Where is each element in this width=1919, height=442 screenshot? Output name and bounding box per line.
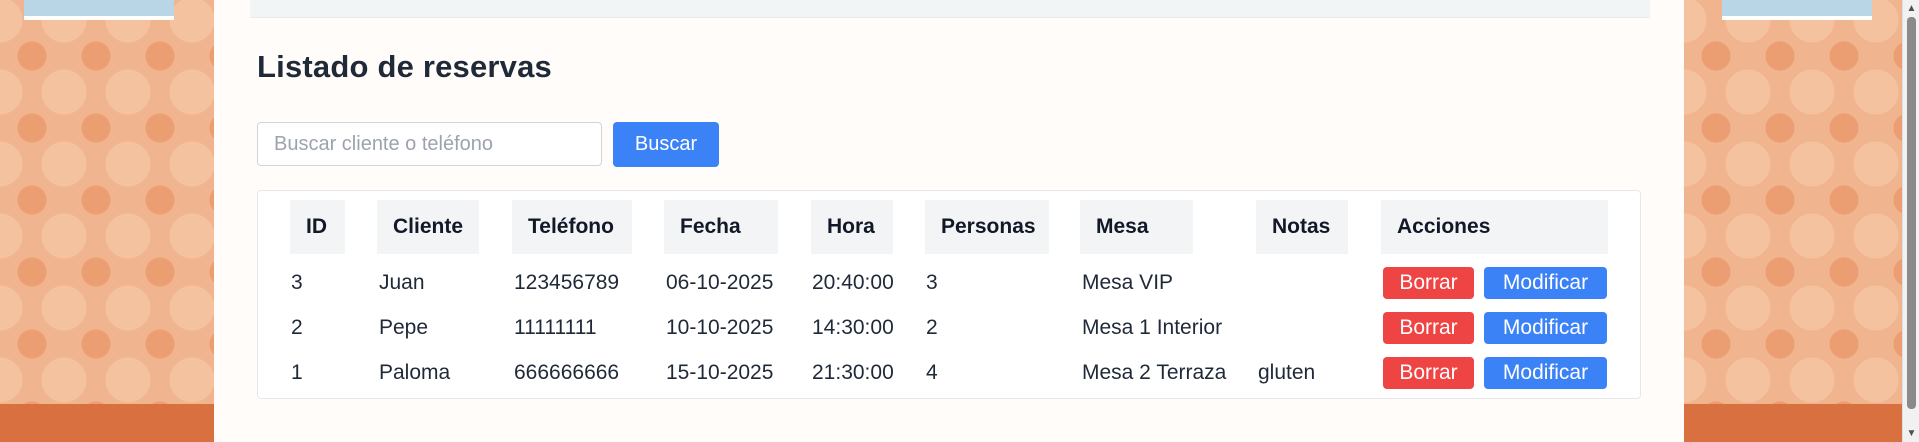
page-scrollbar[interactable]: ▲ ▼ (1902, 0, 1919, 442)
background-wallpaper-right (1684, 0, 1902, 442)
delete-button[interactable]: Borrar (1383, 312, 1474, 344)
cell-fecha: 10-10-2025 (666, 316, 774, 339)
column-header-mesa: Mesa (1080, 200, 1193, 254)
cell-cliente: Pepe (379, 316, 429, 339)
cell-fecha: 06-10-2025 (666, 271, 774, 294)
edit-button[interactable]: Modificar (1484, 312, 1607, 344)
column-header-cliente: Cliente (377, 200, 479, 254)
cell-mesa: Mesa 2 Terraza (1082, 361, 1227, 384)
page-title: Listado de reservas (257, 49, 553, 84)
background-floor-right (1684, 404, 1902, 442)
background-wallpaper-left (0, 0, 214, 442)
cell-fecha: 15-10-2025 (666, 361, 774, 384)
scroll-up-arrow-icon[interactable]: ▲ (1903, 0, 1919, 17)
column-header-notas: Notas (1256, 200, 1348, 254)
edit-button[interactable]: Modificar (1484, 357, 1607, 389)
cell-id: 3 (291, 271, 303, 294)
cell-id: 2 (291, 316, 303, 339)
edit-button[interactable]: Modificar (1484, 267, 1607, 299)
cell-id: 1 (291, 361, 303, 384)
scroll-thumb[interactable] (1907, 17, 1916, 409)
cell-hora: 21:30:00 (812, 361, 894, 384)
search-input[interactable] (257, 122, 602, 166)
column-header-acciones: Acciones (1381, 200, 1608, 254)
search-button[interactable]: Buscar (613, 122, 719, 167)
cell-cliente: Juan (379, 271, 425, 294)
cell-mesa: Mesa 1 Interior (1082, 316, 1223, 339)
cell-hora: 14:30:00 (812, 316, 894, 339)
cell-personas: 3 (926, 271, 938, 294)
column-header-id: ID (290, 200, 345, 254)
background-window-left (24, 0, 174, 20)
column-header-telefono: Teléfono (512, 200, 632, 254)
delete-button[interactable]: Borrar (1383, 267, 1474, 299)
scroll-down-arrow-icon[interactable]: ▼ (1903, 425, 1919, 442)
reservations-table: ID Cliente Teléfono Fecha Hora Personas … (257, 190, 1641, 399)
column-header-fecha: Fecha (664, 200, 778, 254)
column-header-hora: Hora (811, 200, 893, 254)
cell-telefono: 123456789 (514, 271, 620, 294)
cell-telefono: 666666666 (514, 361, 620, 384)
main-panel: Listado de reservas Buscar ID Cliente Te… (214, 0, 1684, 442)
delete-button[interactable]: Borrar (1383, 357, 1474, 389)
background-floor-left (0, 404, 214, 442)
cell-personas: 2 (926, 316, 938, 339)
background-window-right (1722, 0, 1872, 20)
column-header-personas: Personas (925, 200, 1049, 254)
panel-top-strip (250, 0, 1650, 18)
cell-cliente: Paloma (379, 361, 451, 384)
cell-hora: 20:40:00 (812, 271, 894, 294)
cell-telefono: 11111111 (514, 316, 597, 339)
cell-notas: gluten (1258, 361, 1316, 384)
cell-personas: 4 (926, 361, 938, 384)
cell-mesa: Mesa VIP (1082, 271, 1174, 294)
